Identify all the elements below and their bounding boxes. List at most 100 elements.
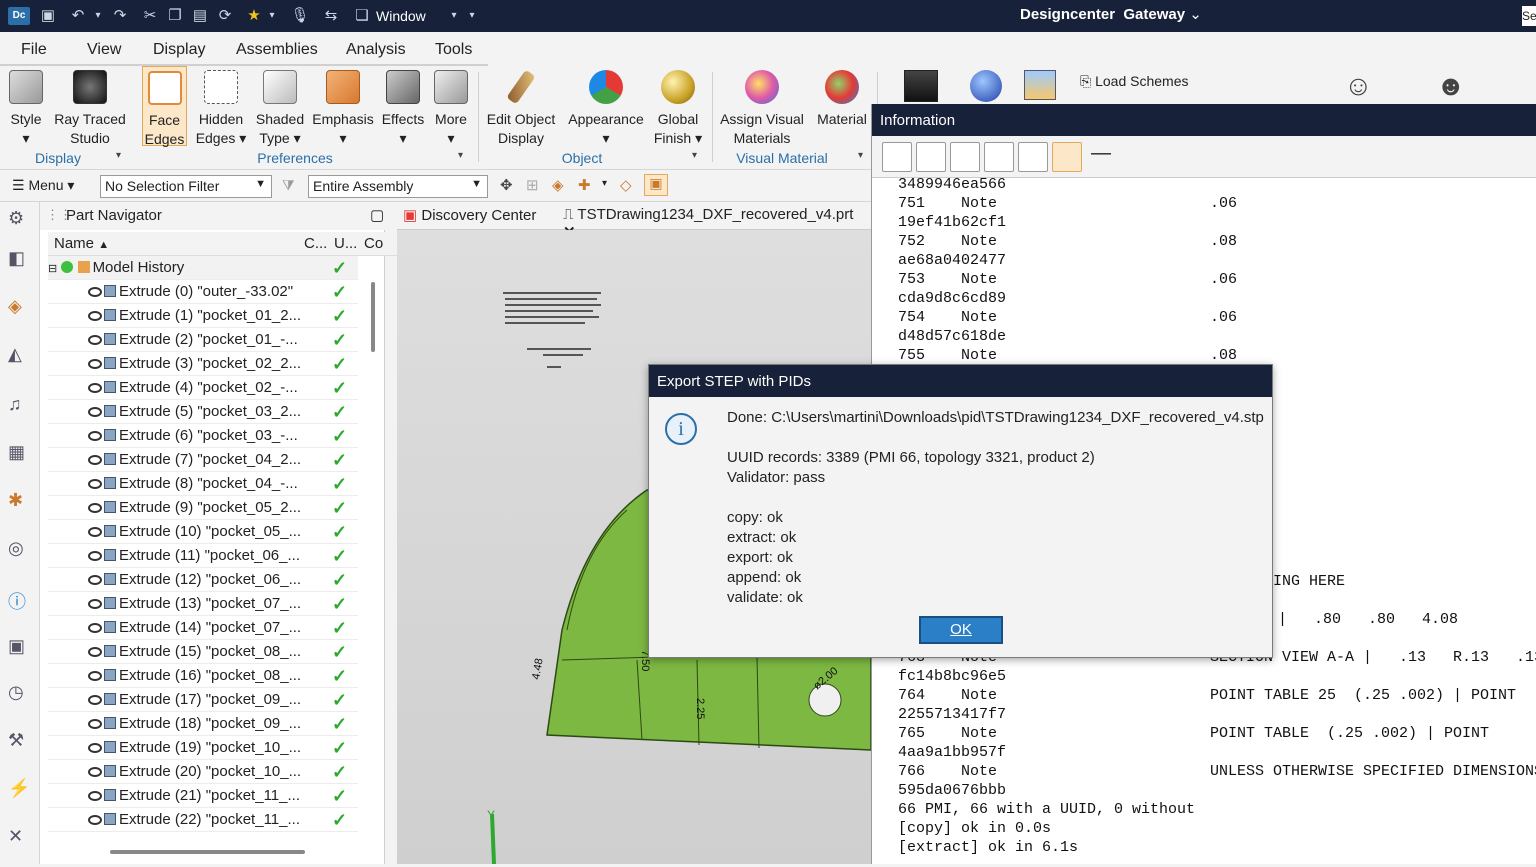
style-button[interactable]: Style ▾ — [2, 66, 50, 152]
column-current[interactable]: C... — [304, 235, 327, 252]
quick-access-dropdown-icon[interactable]: ▾ — [466, 7, 478, 25]
select-face-icon[interactable]: ◇ — [620, 176, 632, 194]
copy-icon[interactable]: ❐ — [165, 7, 185, 25]
selection-filter-select[interactable]: No Selection Filter ▼ — [100, 175, 272, 198]
snap-icon[interactable]: ✥ — [500, 176, 513, 194]
visibility-eye-icon[interactable] — [88, 815, 102, 825]
select-dropdown-icon[interactable]: ▾ — [602, 178, 607, 189]
navigator-feature-row[interactable]: Extrude (4) "pocket_02_-... — [48, 376, 358, 400]
visibility-eye-icon[interactable] — [88, 599, 102, 609]
binoculars-icon[interactable] — [1018, 142, 1048, 172]
wrap-text-icon[interactable] — [1052, 142, 1082, 172]
visibility-eye-icon[interactable] — [88, 647, 102, 657]
undo-icon[interactable]: ↶ — [68, 7, 88, 25]
bell-icon[interactable]: ♫ — [8, 394, 32, 418]
visibility-eye-icon[interactable] — [88, 623, 102, 633]
effects-button[interactable]: Effects ▾ — [380, 66, 426, 152]
visibility-eye-icon[interactable] — [88, 503, 102, 513]
navigator-feature-row[interactable]: Extrude (2) "pocket_01_-... — [48, 328, 358, 352]
visibility-eye-icon[interactable] — [88, 479, 102, 489]
group-display-dropdown-icon[interactable]: ▾ — [116, 150, 121, 161]
part-navigator-icon[interactable]: ◭ — [8, 344, 32, 368]
search-box-edge[interactable]: Se — [1522, 6, 1536, 26]
edit-object-display-button[interactable]: Edit Object Display — [484, 66, 558, 152]
tab-discovery-center[interactable]: ▣ Discovery Center — [403, 206, 536, 224]
window-menu[interactable]: Window — [376, 7, 446, 25]
copy-info-icon[interactable] — [950, 142, 980, 172]
navigator-feature-row[interactable]: Extrude (17) "pocket_09_... — [48, 688, 358, 712]
column-name[interactable]: Name ▲ — [54, 235, 109, 252]
material-button[interactable]: Material — [814, 66, 870, 152]
emphasis-button[interactable]: Emphasis ▾ — [312, 66, 374, 152]
appearance-button[interactable]: Appearance ▾ — [566, 66, 646, 152]
navigator-feature-row[interactable]: Extrude (10) "pocket_05_... — [48, 520, 358, 544]
more-button[interactable]: More ▾ — [430, 66, 472, 152]
column-uptodate[interactable]: U... — [334, 235, 357, 252]
group-object-dropdown-icon[interactable]: ▾ — [692, 150, 697, 161]
tools-icon[interactable]: ⚒ — [8, 730, 32, 754]
lighting-icon[interactable] — [970, 70, 1002, 102]
analysis-icon[interactable]: ⚡ — [8, 778, 32, 802]
maximize-icon[interactable]: ▢ — [370, 206, 384, 224]
visibility-eye-icon[interactable] — [88, 431, 102, 441]
favorite-dropdown-icon[interactable]: ▾ — [266, 7, 278, 25]
web-browser-icon[interactable]: ◎ — [8, 538, 32, 562]
navigator-feature-row[interactable]: Extrude (13) "pocket_07_... — [48, 592, 358, 616]
shaded-type-button[interactable]: Shaded Type ▾ — [252, 66, 308, 152]
visibility-eye-icon[interactable] — [88, 575, 102, 585]
ok-button[interactable]: OK — [919, 616, 1003, 644]
find-icon[interactable] — [984, 142, 1014, 172]
navigator-feature-row[interactable]: Extrude (5) "pocket_03_2... — [48, 400, 358, 424]
tab-analysis[interactable]: Analysis — [346, 41, 406, 59]
navigator-feature-row[interactable]: Extrude (14) "pocket_07_... — [48, 616, 358, 640]
visibility-eye-icon[interactable] — [88, 767, 102, 777]
navigator-feature-row[interactable]: Extrude (7) "pocket_04_2... — [48, 448, 358, 472]
navigator-feature-row[interactable]: Extrude (16) "pocket_08_... — [48, 664, 358, 688]
select-feature-icon[interactable]: ✚ — [578, 176, 591, 194]
scope-select[interactable]: Entire Assembly ▼ — [308, 175, 488, 198]
scrollbar-thumb[interactable] — [371, 282, 375, 352]
visibility-eye-icon[interactable] — [88, 455, 102, 465]
select-component-icon[interactable]: ▣ — [644, 174, 668, 196]
tab-view[interactable]: View — [87, 41, 121, 59]
history-icon[interactable]: ▣ — [8, 636, 32, 660]
navigator-feature-row[interactable]: Extrude (22) "pocket_11_... — [48, 808, 358, 832]
background-icon[interactable] — [904, 70, 938, 102]
gateway-chevron-icon[interactable]: ⌄ — [1189, 6, 1202, 23]
tab-file[interactable]: File — [21, 41, 47, 59]
roles-icon[interactable]: ✕ — [8, 826, 32, 850]
navigator-feature-row[interactable]: Extrude (0) "outer_-33.02" — [48, 280, 358, 304]
visibility-eye-icon[interactable] — [88, 743, 102, 753]
navigator-feature-row[interactable]: Extrude (9) "pocket_05_2... — [48, 496, 358, 520]
face-edges-button[interactable]: Face Edges — [142, 66, 187, 147]
save-icon[interactable]: ▣ — [38, 7, 58, 25]
gateway-label[interactable]: Gateway — [1123, 6, 1185, 23]
visibility-eye-icon[interactable] — [88, 383, 102, 393]
navigator-feature-row[interactable]: Extrude (15) "pocket_08_... — [48, 640, 358, 664]
navigator-feature-row[interactable]: Extrude (8) "pocket_04_-... — [48, 472, 358, 496]
visibility-eye-icon[interactable] — [88, 671, 102, 681]
save-info-icon[interactable] — [882, 142, 912, 172]
assembly-navigator-icon[interactable]: ◧ — [8, 248, 32, 272]
window-dropdown-icon[interactable]: ▾ — [448, 7, 460, 25]
microphone-icon[interactable]: 🎙 — [290, 7, 310, 25]
visibility-eye-icon[interactable] — [88, 287, 102, 297]
horizontal-scrollbar-thumb[interactable] — [110, 850, 305, 854]
hidden-edges-button[interactable]: Hidden Edges ▾ — [194, 66, 248, 152]
clock-icon[interactable]: ◷ — [8, 682, 32, 706]
visibility-eye-icon[interactable] — [88, 695, 102, 705]
visibility-eye-icon[interactable] — [88, 335, 102, 345]
gear-icon[interactable]: ⚙ — [8, 208, 32, 232]
navigator-feature-row[interactable]: Extrude (1) "pocket_01_2... — [48, 304, 358, 328]
visibility-eye-icon[interactable] — [88, 359, 102, 369]
tab-assemblies[interactable]: Assemblies — [236, 41, 318, 59]
repeat-icon[interactable]: ⟳ — [215, 7, 235, 25]
group-preferences-dropdown-icon[interactable]: ▾ — [458, 150, 463, 161]
assign-visual-materials-button[interactable]: Assign Visual Materials — [718, 66, 806, 152]
select-body-icon[interactable]: ◈ — [552, 176, 564, 194]
navigator-feature-row[interactable]: Extrude (3) "pocket_02_2... — [48, 352, 358, 376]
visibility-eye-icon[interactable] — [88, 719, 102, 729]
visibility-eye-icon[interactable] — [88, 551, 102, 561]
visibility-eye-icon[interactable] — [88, 311, 102, 321]
users-icon[interactable]: ☻ — [1436, 70, 1465, 102]
